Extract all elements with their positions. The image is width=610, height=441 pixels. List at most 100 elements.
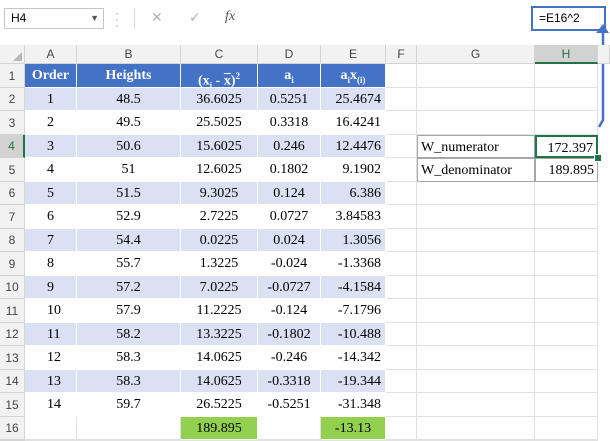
table-cell[interactable]: 9.1902: [321, 158, 386, 182]
row-header-5[interactable]: 5: [0, 158, 25, 182]
table-cell[interactable]: 49.5: [77, 111, 181, 135]
table-cell[interactable]: -7.1796: [321, 299, 386, 323]
table-cell[interactable]: 11: [25, 323, 77, 346]
row-header-15[interactable]: 15: [0, 393, 25, 417]
table-cell[interactable]: 50.6: [77, 135, 181, 158]
table-cell[interactable]: 1.3056: [321, 229, 386, 252]
cell-g14[interactable]: [417, 370, 535, 393]
header-heights[interactable]: Heights: [77, 64, 181, 88]
cell-g2[interactable]: [417, 88, 535, 111]
cell-f1[interactable]: [386, 64, 417, 88]
table-cell[interactable]: 0.0225: [181, 229, 258, 252]
table-cell[interactable]: 1.3225: [181, 252, 258, 276]
cell-f3[interactable]: [386, 111, 417, 135]
table-cell[interactable]: 26.5225: [181, 393, 258, 417]
cell-h1[interactable]: [535, 64, 598, 88]
cell-f9[interactable]: [386, 252, 417, 276]
side-label-denominator[interactable]: W_denominator: [417, 158, 535, 182]
table-cell[interactable]: 6: [25, 205, 77, 229]
cell-b16[interactable]: [77, 417, 181, 440]
header-coefficient[interactable]: ai: [258, 64, 321, 88]
cell-f11[interactable]: [386, 299, 417, 323]
cell-h9[interactable]: [535, 252, 598, 276]
cell-g10[interactable]: [417, 276, 535, 299]
cell-h14[interactable]: [535, 370, 598, 393]
cell-h3[interactable]: [535, 111, 598, 135]
row-header-1[interactable]: 1: [0, 64, 25, 88]
table-cell[interactable]: -31.348: [321, 393, 386, 417]
table-cell[interactable]: 0.246: [258, 135, 321, 158]
row-header-16[interactable]: 16: [0, 417, 25, 440]
row-header-9[interactable]: 9: [0, 252, 25, 276]
cell-h12[interactable]: [535, 323, 598, 346]
table-cell[interactable]: -0.246: [258, 346, 321, 370]
row-header-4[interactable]: 4: [0, 135, 25, 158]
table-cell[interactable]: 2.7225: [181, 205, 258, 229]
table-cell[interactable]: -0.3318: [258, 370, 321, 393]
table-cell[interactable]: -19.344: [321, 370, 386, 393]
select-all-corner[interactable]: [0, 45, 25, 64]
row-header-13[interactable]: 13: [0, 346, 25, 370]
row-header-6[interactable]: 6: [0, 182, 25, 205]
table-cell[interactable]: 48.5: [77, 88, 181, 111]
table-cell[interactable]: 4: [25, 158, 77, 182]
column-header-g[interactable]: G: [417, 45, 535, 64]
column-header-b[interactable]: B: [77, 45, 181, 64]
table-cell[interactable]: 12: [25, 346, 77, 370]
table-cell[interactable]: 55.7: [77, 252, 181, 276]
cell-h15[interactable]: [535, 393, 598, 417]
cell-h8[interactable]: [535, 229, 598, 252]
table-cell[interactable]: 7: [25, 229, 77, 252]
table-cell[interactable]: 58.3: [77, 346, 181, 370]
header-order[interactable]: Order: [25, 64, 77, 88]
cell-g7[interactable]: [417, 205, 535, 229]
row-header-14[interactable]: 14: [0, 370, 25, 393]
fill-handle[interactable]: [594, 154, 602, 162]
table-cell[interactable]: 14.0625: [181, 370, 258, 393]
table-cell[interactable]: 3: [25, 135, 77, 158]
table-cell[interactable]: 9.3025: [181, 182, 258, 205]
table-cell[interactable]: -4.1584: [321, 276, 386, 299]
cell-g6[interactable]: [417, 182, 535, 205]
table-cell[interactable]: 15.6025: [181, 135, 258, 158]
table-cell[interactable]: 12.4476: [321, 135, 386, 158]
table-cell[interactable]: 3.84583: [321, 205, 386, 229]
table-cell[interactable]: 13: [25, 370, 77, 393]
cell-f7[interactable]: [386, 205, 417, 229]
cell-h7[interactable]: [535, 205, 598, 229]
cell-f8[interactable]: [386, 229, 417, 252]
cell-g12[interactable]: [417, 323, 535, 346]
cell-f12[interactable]: [386, 323, 417, 346]
total-weighted-value[interactable]: -13.13: [321, 417, 386, 440]
table-cell[interactable]: -0.124: [258, 299, 321, 323]
cell-g9[interactable]: [417, 252, 535, 276]
table-cell[interactable]: 57.9: [77, 299, 181, 323]
table-cell[interactable]: 0.3318: [258, 111, 321, 135]
header-weighted-value[interactable]: aix(i): [321, 64, 386, 88]
table-cell[interactable]: 52.9: [77, 205, 181, 229]
header-squared-deviation[interactable]: (xi - x)2: [181, 64, 258, 88]
side-value-denominator[interactable]: 189.895: [535, 158, 598, 182]
cell-f10[interactable]: [386, 276, 417, 299]
table-cell[interactable]: 0.124: [258, 182, 321, 205]
table-cell[interactable]: 14: [25, 393, 77, 417]
table-cell[interactable]: 0.024: [258, 229, 321, 252]
table-cell[interactable]: 2: [25, 111, 77, 135]
table-cell[interactable]: -1.3368: [321, 252, 386, 276]
cell-f16[interactable]: [386, 417, 417, 440]
cell-g15[interactable]: [417, 393, 535, 417]
table-cell[interactable]: 12.6025: [181, 158, 258, 182]
cell-h13[interactable]: [535, 346, 598, 370]
row-header-7[interactable]: 7: [0, 205, 25, 229]
cell-d16[interactable]: [258, 417, 321, 440]
row-header-12[interactable]: 12: [0, 323, 25, 346]
table-cell[interactable]: 11.2225: [181, 299, 258, 323]
column-header-f[interactable]: F: [386, 45, 417, 64]
table-cell[interactable]: 6.386: [321, 182, 386, 205]
row-header-3[interactable]: 3: [0, 111, 25, 135]
row-header-10[interactable]: 10: [0, 276, 25, 299]
table-cell[interactable]: -0.1802: [258, 323, 321, 346]
row-header-11[interactable]: 11: [0, 299, 25, 323]
cell-f5[interactable]: [386, 158, 417, 182]
table-cell[interactable]: 16.4241: [321, 111, 386, 135]
